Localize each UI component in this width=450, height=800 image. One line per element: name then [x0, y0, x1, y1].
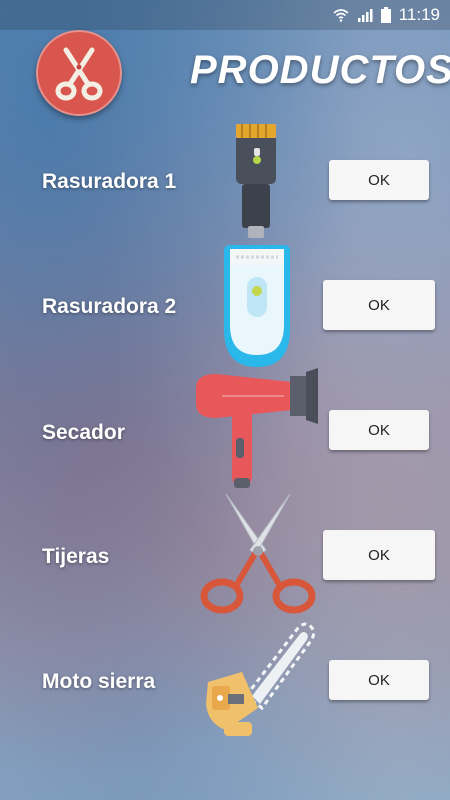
scissors-icon [200, 493, 316, 614]
product-label-moto-sierra: Moto sierra [42, 670, 156, 693]
battery-icon [380, 7, 391, 23]
status-time: 11:19 [398, 5, 440, 24]
trimmer-icon [236, 124, 276, 238]
ok-button-tijeras[interactable]: OK [323, 530, 435, 580]
product-label-tijeras: Tijeras [42, 545, 110, 568]
signal-icon [357, 9, 373, 22]
product-label-rasuradora-2: Rasuradora 2 [42, 295, 177, 318]
status-bar: 11:19 [0, 0, 450, 30]
hair-dryer-icon [196, 368, 318, 488]
scissors-icon [55, 47, 103, 101]
app-logo [36, 30, 122, 116]
ok-button-rasuradora-1[interactable]: OK [329, 160, 429, 200]
ok-button-moto-sierra[interactable]: OK [329, 660, 429, 700]
shaver-icon [224, 245, 290, 367]
chainsaw-icon [206, 622, 316, 736]
ok-button-rasuradora-2[interactable]: OK [323, 280, 435, 330]
ok-button-secador[interactable]: OK [329, 410, 429, 450]
status-icons: 11:19 [333, 0, 440, 30]
page-title: PRODUCTOS [190, 48, 450, 92]
product-label-secador: Secador [42, 421, 125, 444]
product-label-rasuradora-1: Rasuradora 1 [42, 170, 177, 193]
wifi-icon [333, 9, 349, 22]
